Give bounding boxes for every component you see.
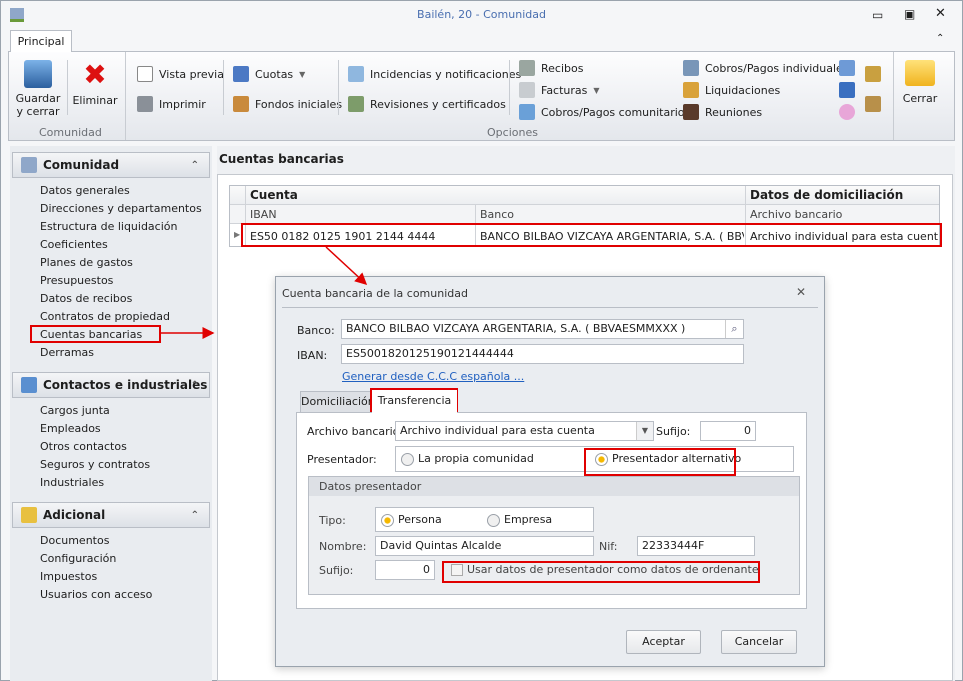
annotation-arrows xyxy=(161,246,368,339)
arrow-row xyxy=(325,246,368,286)
tab-principal[interactable]: Principal xyxy=(10,30,72,52)
tab-transferencia[interactable]: Transferencia xyxy=(372,390,457,414)
